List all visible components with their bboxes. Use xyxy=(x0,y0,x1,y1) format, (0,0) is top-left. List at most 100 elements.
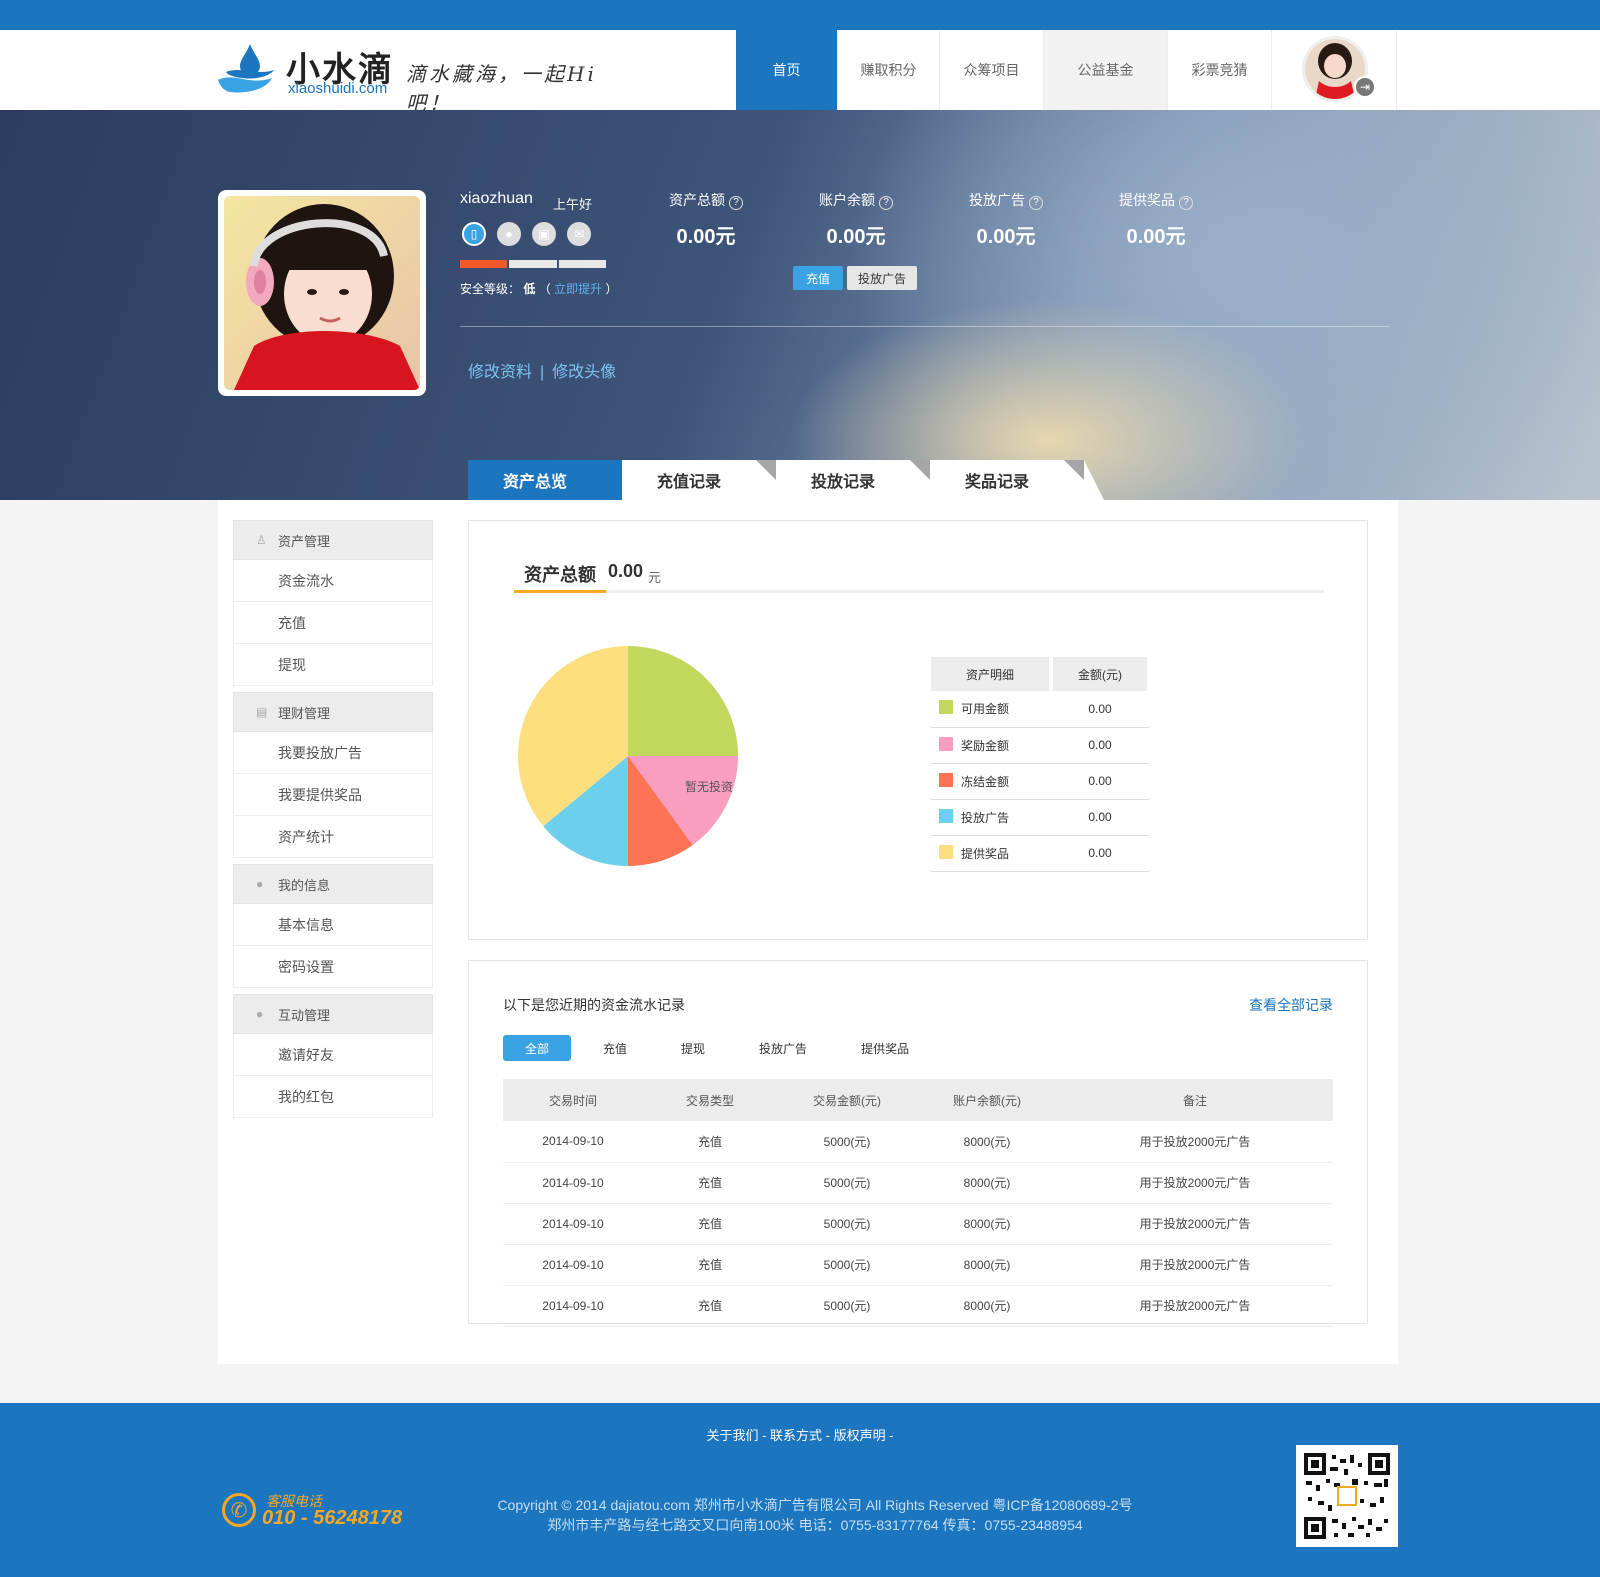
legend-swatch xyxy=(931,727,961,764)
stat-label: 账户余额 xyxy=(819,192,875,208)
sidebar-group-title: 理财管理 xyxy=(278,705,331,721)
help-icon[interactable]: ? xyxy=(729,196,743,210)
top-strip xyxy=(0,0,1600,30)
cell-type: 充值 xyxy=(643,1203,777,1245)
nav-crowdfunding[interactable]: 众筹项目 xyxy=(940,30,1044,110)
filter-all[interactable]: 全部 xyxy=(503,1035,572,1061)
cell-time: 2014-09-10 xyxy=(503,1285,643,1327)
water-drop-logo-icon xyxy=(218,44,274,93)
tab-recharge-records[interactable]: 充值记录 xyxy=(622,460,796,500)
qr-code-icon xyxy=(1296,1445,1398,1547)
logo-domain: xiaoshuidi.com xyxy=(288,80,388,97)
sidebar-item-withdraw[interactable]: 提现 xyxy=(233,644,433,686)
help-icon[interactable]: ? xyxy=(1179,196,1193,210)
legend-name: 投放广告 xyxy=(961,799,1051,836)
table-row: 2014-09-10 充值 5000(元) 8000(元) 用于投放2000元广告 xyxy=(503,1244,1333,1286)
sidebar-item-asset-stats[interactable]: 资产统计 xyxy=(233,816,433,858)
col-time: 交易时间 xyxy=(503,1079,643,1121)
sidebar: ♙ 资产管理 资金流水 充值 提现 ▤ 理财管理 我要投放广告 我要提供奖品 资产统… xyxy=(233,520,433,1118)
sidebar-group-assets: ♙ 资产管理 xyxy=(233,520,433,560)
tab-prize-records[interactable]: 奖品记录 xyxy=(930,460,1104,500)
table-row: 2014-09-10 充值 5000(元) 8000(元) 用于投放2000元广告 xyxy=(503,1121,1333,1163)
user-icon: ● xyxy=(256,877,264,891)
sidebar-group-my-info: ● 我的信息 xyxy=(233,864,433,904)
help-icon[interactable]: ? xyxy=(1029,196,1043,210)
legend-swatch xyxy=(931,835,961,872)
site-header: 小水滴 xiaoshuidi.com 滴水藏海，一起Hi吧！ 首页 赚取积分 众… xyxy=(0,30,1600,115)
account-tabs: 资产总览 充值记录 投放记录 奖品记录 xyxy=(468,460,1104,500)
lock-icon[interactable]: ▣ xyxy=(532,222,556,246)
cell-time: 2014-09-10 xyxy=(503,1121,643,1163)
security-level-bar xyxy=(460,260,606,268)
tab-label: 投放记录 xyxy=(810,474,875,491)
tab-asset-overview[interactable]: 资产总览 xyxy=(468,460,642,500)
nav-charity-fund[interactable]: 公益基金 xyxy=(1044,30,1168,110)
legend-value: 0.00 xyxy=(1051,727,1149,764)
sidebar-group-interaction: ● 互动管理 xyxy=(233,994,433,1034)
cell-type: 充值 xyxy=(643,1162,777,1204)
legend-row: 奖励金额 0.00 xyxy=(931,727,1149,764)
cell-balance: 8000(元) xyxy=(917,1244,1057,1286)
sidebar-item-fund-flow[interactable]: 资金流水 xyxy=(233,560,433,602)
advertise-button[interactable]: 投放广告 xyxy=(847,266,917,290)
fund-flow-title: 以下是您近期的资金流水记录 xyxy=(503,997,685,1013)
cell-type: 充值 xyxy=(643,1244,777,1286)
legend-row: 投放广告 0.00 xyxy=(931,799,1149,836)
security-level-label: 安全等级： xyxy=(460,282,521,296)
security-level: 安全等级： 低 （ 立即提升 ） xyxy=(460,280,617,297)
legend-header-amount: 金额(元) xyxy=(1051,657,1151,691)
security-upgrade-link[interactable]: 立即提升 xyxy=(554,282,602,296)
cell-amount: 5000(元) xyxy=(777,1285,917,1327)
nav-divider xyxy=(1396,30,1397,110)
cell-note: 用于投放2000元广告 xyxy=(1057,1285,1333,1327)
email-icon[interactable]: ✉ xyxy=(567,222,591,246)
nav-earn-points[interactable]: 赚取积分 xyxy=(838,30,940,110)
identity-icon[interactable]: ● xyxy=(497,222,521,246)
nav-lottery[interactable]: 彩票竞猜 xyxy=(1168,30,1272,110)
legend-row: 冻结金额 0.00 xyxy=(931,763,1149,800)
security-bar-segment xyxy=(509,260,557,268)
sidebar-item-recharge[interactable]: 充值 xyxy=(233,602,433,644)
legend-swatch xyxy=(931,763,961,800)
asset-overview-panel: 资产总额 0.00 元 暂无投资 资产明细 金额(元) 可用金额 0.00 奖励金额… xyxy=(468,520,1368,940)
nav-home[interactable]: 首页 xyxy=(736,30,838,110)
security-level-value: 低 xyxy=(523,282,536,296)
sidebar-item-invite-friends[interactable]: 邀请好友 xyxy=(233,1034,433,1076)
help-icon[interactable]: ? xyxy=(879,196,893,210)
legend-name: 提供奖品 xyxy=(961,835,1051,872)
sidebar-item-basic-info[interactable]: 基本信息 xyxy=(233,904,433,946)
cell-time: 2014-09-10 xyxy=(503,1244,643,1286)
filter-recharge[interactable]: 充值 xyxy=(581,1035,649,1061)
asset-total-unit: 元 xyxy=(648,570,662,585)
filter-withdraw[interactable]: 提现 xyxy=(659,1035,727,1061)
stat-total-assets: 资产总额? 0.00元 xyxy=(651,190,761,249)
view-all-records-link[interactable]: 查看全部记录 xyxy=(1249,995,1333,1015)
stat-advertising: 投放广告? 0.00元 xyxy=(951,190,1061,249)
greeting: 上午好 xyxy=(553,197,593,212)
site-logo[interactable]: 小水滴 xiaoshuidi.com 滴水藏海，一起Hi吧！ xyxy=(216,36,636,115)
edit-avatar-link[interactable]: 修改头像 xyxy=(552,364,616,381)
sidebar-item-password[interactable]: 密码设置 xyxy=(233,946,433,988)
filter-advert[interactable]: 投放广告 xyxy=(737,1035,829,1061)
sidebar-item-red-packets[interactable]: 我的红包 xyxy=(233,1076,433,1118)
link-separator: | xyxy=(540,364,545,381)
tab-advert-records[interactable]: 投放记录 xyxy=(776,460,950,500)
footer-links[interactable]: 关于我们 - 联系方式 - 版权声明 - xyxy=(0,1425,1600,1444)
sidebar-item-provide-prize[interactable]: 我要提供奖品 xyxy=(233,774,433,816)
profile-edit-links: 修改资料 | 修改头像 xyxy=(468,358,616,382)
cell-type: 充值 xyxy=(643,1285,777,1327)
recharge-button[interactable]: 充值 xyxy=(793,266,843,290)
profile-photo[interactable] xyxy=(218,190,426,396)
phone-verified-icon[interactable]: ▯ xyxy=(462,222,486,246)
sidebar-item-place-ad[interactable]: 我要投放广告 xyxy=(233,732,433,774)
edit-profile-link[interactable]: 修改资料 xyxy=(468,364,532,381)
stat-label: 投放广告 xyxy=(969,192,1025,208)
qr-code-image xyxy=(1304,1453,1390,1539)
security-bar-segment xyxy=(558,260,606,268)
table-row: 2014-09-10 充值 5000(元) 8000(元) 用于投放2000元广告 xyxy=(503,1285,1333,1327)
filter-prize[interactable]: 提供奖品 xyxy=(839,1035,931,1061)
logout-icon[interactable]: ⇥ xyxy=(1354,76,1376,98)
stat-prizes: 提供奖品? 0.00元 xyxy=(1101,190,1211,249)
legend-row: 可用金额 0.00 xyxy=(931,691,1149,728)
legend-row: 提供奖品 0.00 xyxy=(931,835,1149,872)
